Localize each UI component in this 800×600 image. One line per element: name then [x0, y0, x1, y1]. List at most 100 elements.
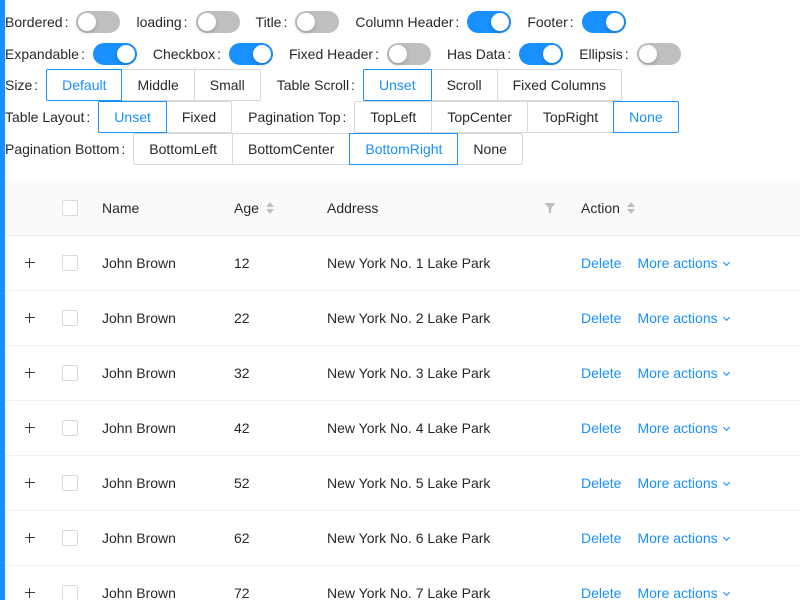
sort-icon[interactable]: [265, 202, 274, 214]
more-actions-dropdown[interactable]: More actions: [637, 530, 730, 546]
pagination-top-option-none[interactable]: None: [613, 101, 679, 133]
delete-link[interactable]: Delete: [581, 475, 621, 491]
expand-icon[interactable]: [23, 311, 37, 325]
switch-knob: [78, 13, 97, 31]
expand-icon[interactable]: [23, 586, 37, 600]
pagination-bottom-option-none[interactable]: None: [457, 133, 523, 165]
checkbox-switch[interactable]: [229, 43, 273, 65]
switch-knob: [638, 45, 657, 63]
delete-link[interactable]: Delete: [581, 365, 621, 381]
more-actions-dropdown[interactable]: More actions: [637, 420, 730, 436]
switch-knob: [297, 13, 316, 31]
bordered-label: Bordered: [5, 14, 76, 30]
expand-icon[interactable]: [23, 366, 37, 380]
pagination-bottom-option-bottomright[interactable]: BottomRight: [349, 133, 459, 165]
bordered-switch[interactable]: [76, 11, 121, 33]
more-actions-label: More actions: [637, 475, 718, 491]
row-checkbox[interactable]: [62, 365, 78, 381]
radio-row-pagination-bottom: Pagination Bottom BottomLeft BottomCente…: [5, 133, 539, 165]
pagination-top-option-topleft[interactable]: TopLeft: [354, 101, 433, 133]
cell-action: Delete More actions: [581, 456, 731, 510]
select-all-checkbox[interactable]: [62, 200, 78, 216]
filter-icon[interactable]: [544, 202, 556, 214]
header-action[interactable]: Action: [581, 181, 635, 235]
row-expand-cell: [23, 566, 37, 600]
row-select-cell: [62, 456, 78, 510]
cell-name: John Brown: [102, 310, 176, 326]
row-select-cell: [62, 511, 78, 565]
header-address: Address: [327, 181, 378, 235]
expand-icon[interactable]: [23, 256, 37, 270]
delete-link[interactable]: Delete: [581, 420, 621, 436]
pagination-bottom-radio-group: BottomLeft BottomCenter BottomRight None: [133, 133, 523, 165]
cell-address: New York No. 5 Lake Park: [327, 475, 491, 491]
delete-link[interactable]: Delete: [581, 530, 621, 546]
table-row: John Brown 32 New York No. 3 Lake Park D…: [5, 346, 800, 401]
title-switch[interactable]: [295, 11, 340, 33]
has-data-switch[interactable]: [519, 43, 564, 65]
row-checkbox[interactable]: [62, 585, 78, 600]
pagination-bottom-option-bottomleft[interactable]: BottomLeft: [133, 133, 233, 165]
row-checkbox[interactable]: [62, 255, 78, 271]
header-age[interactable]: Age: [234, 181, 274, 235]
row-select-cell: [62, 566, 78, 600]
cell-address: New York No. 4 Lake Park: [327, 420, 491, 436]
ellipsis-switch[interactable]: [636, 43, 681, 65]
more-actions-dropdown[interactable]: More actions: [637, 365, 730, 381]
size-label: Size: [5, 77, 46, 93]
more-actions-label: More actions: [637, 310, 718, 326]
cell-age: 42: [234, 420, 250, 436]
table-scroll-option-unset[interactable]: Unset: [363, 69, 432, 101]
row-expand-cell: [23, 401, 37, 455]
footer-switch[interactable]: [581, 11, 626, 33]
delete-link[interactable]: Delete: [581, 255, 621, 271]
sort-icon[interactable]: [626, 202, 635, 214]
row-checkbox[interactable]: [62, 420, 78, 436]
pagination-top-option-topcenter[interactable]: TopCenter: [431, 101, 528, 133]
ellipsis-control: Ellipsis: [579, 43, 696, 65]
expand-icon[interactable]: [23, 476, 37, 490]
delete-link[interactable]: Delete: [581, 585, 621, 600]
expand-icon[interactable]: [23, 531, 37, 545]
size-option-middle[interactable]: Middle: [121, 69, 195, 101]
header-address-filter[interactable]: [544, 181, 556, 235]
more-actions-dropdown[interactable]: More actions: [637, 255, 730, 271]
table-demo-page: Bordered loading Title Column Header Foo…: [5, 0, 800, 600]
fixed-header-switch[interactable]: [386, 43, 431, 65]
switch-knob: [197, 13, 216, 31]
more-actions-dropdown[interactable]: More actions: [637, 585, 730, 600]
more-actions-dropdown[interactable]: More actions: [637, 475, 730, 491]
row-checkbox[interactable]: [62, 530, 78, 546]
table-row: John Brown 52 New York No. 5 Lake Park D…: [5, 456, 800, 511]
pagination-top-option-topright[interactable]: TopRight: [526, 101, 615, 133]
cell-address: New York No. 1 Lake Park: [327, 255, 491, 271]
more-actions-label: More actions: [637, 255, 718, 271]
row-select-cell: [62, 236, 78, 290]
cell-address: New York No. 2 Lake Park: [327, 310, 491, 326]
cell-name: John Brown: [102, 420, 176, 436]
loading-switch[interactable]: [195, 11, 240, 33]
table-scroll-option-fixed-columns[interactable]: Fixed Columns: [496, 69, 622, 101]
size-option-small[interactable]: Small: [193, 69, 261, 101]
header-select-all-cell: [62, 181, 78, 235]
table-header: Name Age Address Action: [5, 181, 800, 236]
size-option-default[interactable]: Default: [46, 69, 123, 101]
table-row: John Brown 22 New York No. 2 Lake Park D…: [5, 291, 800, 346]
chevron-down-icon: [722, 536, 730, 541]
expand-icon[interactable]: [23, 421, 37, 435]
chevron-down-icon: [722, 481, 730, 486]
table-row: John Brown 12 New York No. 1 Lake Park D…: [5, 236, 800, 291]
cell-name: John Brown: [102, 530, 176, 546]
title-control: Title: [256, 11, 356, 33]
more-actions-dropdown[interactable]: More actions: [637, 310, 730, 326]
table-layout-option-fixed[interactable]: Fixed: [165, 101, 233, 133]
pagination-bottom-option-bottomcenter[interactable]: BottomCenter: [232, 133, 351, 165]
switch-knob: [605, 13, 624, 31]
table-layout-option-unset[interactable]: Unset: [98, 101, 167, 133]
table-scroll-option-scroll[interactable]: Scroll: [430, 69, 498, 101]
row-checkbox[interactable]: [62, 475, 78, 491]
row-checkbox[interactable]: [62, 310, 78, 326]
expandable-switch[interactable]: [92, 43, 137, 65]
delete-link[interactable]: Delete: [581, 310, 621, 326]
column-header-switch[interactable]: [467, 11, 512, 33]
